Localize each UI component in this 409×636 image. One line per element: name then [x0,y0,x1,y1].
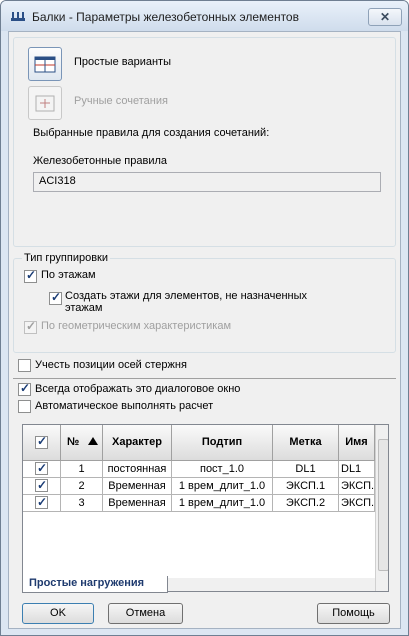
table-cell-num[interactable]: 3 [61,495,103,512]
always-show-label[interactable]: Всегда отображать это диалоговое окно [35,383,240,395]
by-floors-checkbox[interactable] [24,268,37,283]
table-cell-label[interactable]: ЭКСП.1 [273,478,339,495]
always-show-checkbox[interactable] [18,381,31,396]
by-floors-label[interactable]: По этажам [41,269,96,281]
by-geometry-label: По геометрическим характеристикам [41,320,232,332]
simple-variants-button[interactable] [28,47,62,81]
table-cell-subtype[interactable]: пост_1.0 [172,461,273,478]
table-cell-num[interactable]: 1 [61,461,103,478]
row-checkbox-cell[interactable] [23,495,61,512]
vertical-scrollbar[interactable] [375,425,388,591]
rules-header: Выбранные правила для создания сочетаний… [33,127,270,139]
manual-combinations-label: Ручные сочетания [74,95,168,107]
dialog-body: Простые варианты Ручные сочетания Выбран… [8,31,401,629]
table-cell-name[interactable]: ЭКСП.1 [339,478,375,495]
header-select-all[interactable] [23,425,61,461]
table-cell-label[interactable]: DL1 [273,461,339,478]
table-cell-label[interactable]: ЭКСП.2 [273,495,339,512]
header-num[interactable]: № [61,425,103,461]
select-all-checkbox[interactable] [35,434,48,449]
table-cell-num[interactable]: 2 [61,478,103,495]
rc-rules-field[interactable]: ACI318 [33,172,381,192]
row-checkbox[interactable] [35,495,48,510]
combinations-group [13,37,396,247]
header-nature-label: Характер [111,436,163,448]
simple-variants-label[interactable]: Простые варианты [74,56,171,68]
row-checkbox[interactable] [35,461,48,476]
dialog-window: Балки - Параметры железобетонных элемент… [0,0,409,636]
axis-positions-checkbox[interactable] [18,359,31,372]
table-cell-subtype[interactable]: 1 врем_длит_1.0 [172,478,273,495]
tab-simple-loads[interactable]: Простые нагружения [22,576,168,593]
close-button[interactable]: ✕ [368,8,402,26]
axis-positions-label[interactable]: Учесть позиции осей стержня [35,359,187,371]
create-floors-label-line1[interactable]: Создать этажи для элементов, не назначен… [65,290,307,302]
header-subtype[interactable]: Подтип [172,425,273,461]
by-geometry-checkbox[interactable] [24,319,37,334]
table-cell-nature[interactable]: Временная [103,495,172,512]
row-checkbox-cell[interactable] [23,478,61,495]
header-name[interactable]: Имя [339,425,375,461]
table-cell-subtype[interactable]: 1 врем_длит_1.0 [172,495,273,512]
header-name-label: Имя [345,436,368,448]
rc-rules-label: Железобетонные правила [33,155,168,167]
create-floors-checkbox[interactable] [49,290,62,305]
cancel-button[interactable]: Отмена [108,603,183,624]
table-cell-name[interactable]: ЭКСП.2 [339,495,375,512]
title-bar[interactable]: Балки - Параметры железобетонных элемент… [1,1,408,31]
table-cell-name[interactable]: DL1 [339,461,375,478]
close-icon: ✕ [379,10,391,24]
separator [13,378,396,379]
table-cell-nature[interactable]: постоянная [103,461,172,478]
rc-rules-value: ACI318 [39,175,76,187]
auto-calc-label[interactable]: Автоматическое выполнять расчет [35,400,213,412]
beam-icon [11,12,25,21]
row-checkbox[interactable] [35,478,48,493]
ok-button[interactable]: OK [22,603,94,624]
header-subtype-label: Подтип [201,436,243,448]
manual-combinations-button[interactable] [28,86,62,120]
scroll-track[interactable] [378,439,388,571]
auto-calc-checkbox[interactable] [18,400,31,413]
create-floors-label-line2[interactable]: этажам [65,302,102,314]
manual-table-icon [35,95,55,112]
table-cell-nature[interactable]: Временная [103,478,172,495]
row-checkbox-cell[interactable] [23,461,61,478]
header-nature[interactable]: Характер [103,425,172,461]
loads-table[interactable]: № Характер Подтип Метка Имя 1постояннаяп… [22,424,389,592]
tab-simple-loads-label: Простые нагружения [29,577,145,589]
header-label-label: Метка [289,436,322,448]
window-title: Балки - Параметры железобетонных элемент… [32,10,299,24]
sort-ascending-icon [88,437,98,445]
header-label[interactable]: Метка [273,425,339,461]
help-button[interactable]: Помощь [317,603,390,624]
table-icon [34,56,56,73]
grouping-title: Тип группировки [22,252,110,264]
